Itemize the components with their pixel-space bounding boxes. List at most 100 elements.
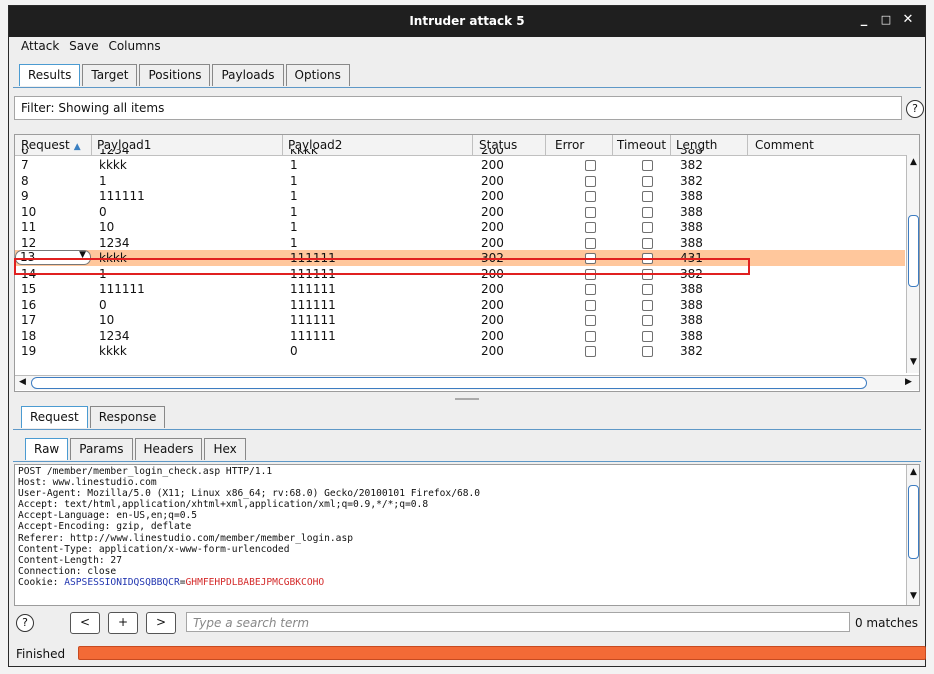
cell-payload1: 10 [99,220,115,234]
tab-positions[interactable]: Positions [139,64,211,86]
checkbox-timeout[interactable] [642,160,653,171]
search-input[interactable]: Type a search term [186,612,850,632]
tab-params[interactable]: Params [70,438,133,460]
cell-request: 13 [20,250,36,264]
table-row[interactable]: 12 1234 1 200 388 [15,235,905,251]
checkbox-timeout[interactable] [642,268,653,280]
table-row-selected[interactable]: 13 ▼ kkkk 111111 302 431 [15,250,905,266]
cell-payload1: 0 [99,297,107,312]
checkbox-error[interactable] [585,222,596,233]
checkbox-error[interactable] [585,206,596,218]
filter-help-icon[interactable]: ? [906,100,924,118]
close-button[interactable]: ✕ [899,12,917,27]
menu-columns[interactable]: Columns [108,39,160,53]
table-row[interactable]: 16 0 111111 200 388 [15,297,905,313]
cell-payload2: kkkk [290,149,318,157]
table-row[interactable]: 10 0 1 200 388 [15,204,905,220]
table-row[interactable]: 15 111111 111111 200 388 [15,281,905,297]
cell-payload2: 1 [290,173,298,188]
checkbox-error[interactable] [585,175,596,187]
table-row[interactable]: 7 kkkk 1 200 382 [15,157,905,173]
checkbox-error[interactable] [585,330,596,342]
tab-response[interactable]: Response [89,406,166,428]
scroll-up-icon[interactable]: ▲ [910,157,917,167]
checkbox-timeout[interactable] [642,206,653,218]
checkbox-timeout[interactable] [642,253,653,264]
cell-length: 388 [680,189,703,203]
cell-request: 16 [21,297,37,312]
raw-line: Referer: http://www.linestudio.com/membe… [18,532,354,544]
table-row[interactable]: 17 10 111111 200 388 [15,312,905,328]
scroll-thumb[interactable] [908,215,919,287]
subtab-underline [13,461,921,462]
request-number-combo[interactable]: 13 ▼ [15,250,91,265]
cell-request: 15 [21,282,37,296]
checkbox-timeout[interactable] [642,284,653,295]
raw-scroll-down-icon[interactable]: ▼ [910,591,917,601]
tab-payloads[interactable]: Payloads [212,64,284,86]
attack-progress-bar [78,646,926,660]
cell-length: 388 [680,204,703,219]
checkbox-error[interactable] [585,346,596,357]
checkbox-timeout[interactable] [642,222,653,233]
checkbox-error[interactable] [585,253,596,264]
filter-bar[interactable]: Filter: Showing all items [14,96,902,120]
cell-payload2: 111111 [290,251,336,265]
results-horizontal-scrollbar[interactable]: ◀ ▶ [15,375,919,390]
results-vertical-scrollbar[interactable]: ▲ ▼ [906,155,919,373]
cell-payload1: 1 [99,173,107,188]
menu-attack[interactable]: Attack [21,39,59,53]
search-help-icon[interactable]: ? [16,614,34,632]
split-pane-grip[interactable] [455,398,479,400]
checkbox-error[interactable] [585,268,596,280]
dropdown-arrow-icon[interactable]: ▼ [79,250,86,260]
table-row[interactable]: 11 10 1 200 388 [15,219,905,235]
menu-save[interactable]: Save [69,39,98,53]
cell-status: 200 [481,344,504,358]
checkbox-error[interactable] [585,315,596,326]
checkbox-timeout[interactable] [642,346,653,357]
checkbox-timeout[interactable] [642,299,653,311]
cell-length: 382 [680,158,703,172]
tab-headers[interactable]: Headers [134,438,203,460]
checkbox-error[interactable] [585,299,596,311]
scroll-left-icon[interactable]: ◀ [19,377,26,387]
minimize-button[interactable]: _ [855,12,873,27]
checkbox-timeout[interactable] [642,330,653,342]
raw-line: Host: www.linestudio.com [18,477,157,489]
raw-scroll-thumb[interactable] [908,485,919,559]
checkbox-error[interactable] [585,237,596,249]
tab-results[interactable]: Results [19,64,81,86]
cell-request: 8 [21,173,29,188]
table-row[interactable]: 14 1 111111 200 382 [15,266,905,282]
raw-scroll-up-icon[interactable]: ▲ [910,467,917,477]
raw-vertical-scrollbar[interactable]: ▲ ▼ [906,465,919,605]
checkbox-timeout[interactable] [642,175,653,187]
checkbox-error[interactable] [585,284,596,295]
raw-request-editor[interactable]: POST /member/member_login_check.asp HTTP… [14,464,920,606]
search-add-button[interactable]: + [108,612,138,634]
tab-raw[interactable]: Raw [25,438,69,460]
hscroll-thumb[interactable] [31,377,867,389]
tab-target[interactable]: Target [82,64,138,86]
search-next-button[interactable]: > [146,612,176,634]
table-row-partial[interactable]: 6 1234 kkkk 200 388 [15,149,905,157]
tab-options[interactable]: Options [285,64,350,86]
checkbox-timeout[interactable] [642,237,653,249]
table-row[interactable]: 8 1 1 200 382 [15,173,905,189]
scroll-down-icon[interactable]: ▼ [910,357,917,367]
maximize-button[interactable]: □ [877,13,895,26]
cell-status: 200 [481,297,504,312]
checkbox-error[interactable] [585,160,596,171]
tab-request[interactable]: Request [21,406,88,428]
checkbox-error[interactable] [585,191,596,202]
cell-status: 200 [481,158,504,172]
checkbox-timeout[interactable] [642,191,653,202]
search-previous-button[interactable]: < [70,612,100,634]
table-row[interactable]: 18 1234 111111 200 388 [15,328,905,344]
scroll-right-icon[interactable]: ▶ [905,377,912,387]
tab-hex[interactable]: Hex [204,438,246,460]
table-row[interactable]: 9 111111 1 200 388 [15,188,905,204]
table-row[interactable]: 19 kkkk 0 200 382 [15,343,905,359]
checkbox-timeout[interactable] [642,315,653,326]
